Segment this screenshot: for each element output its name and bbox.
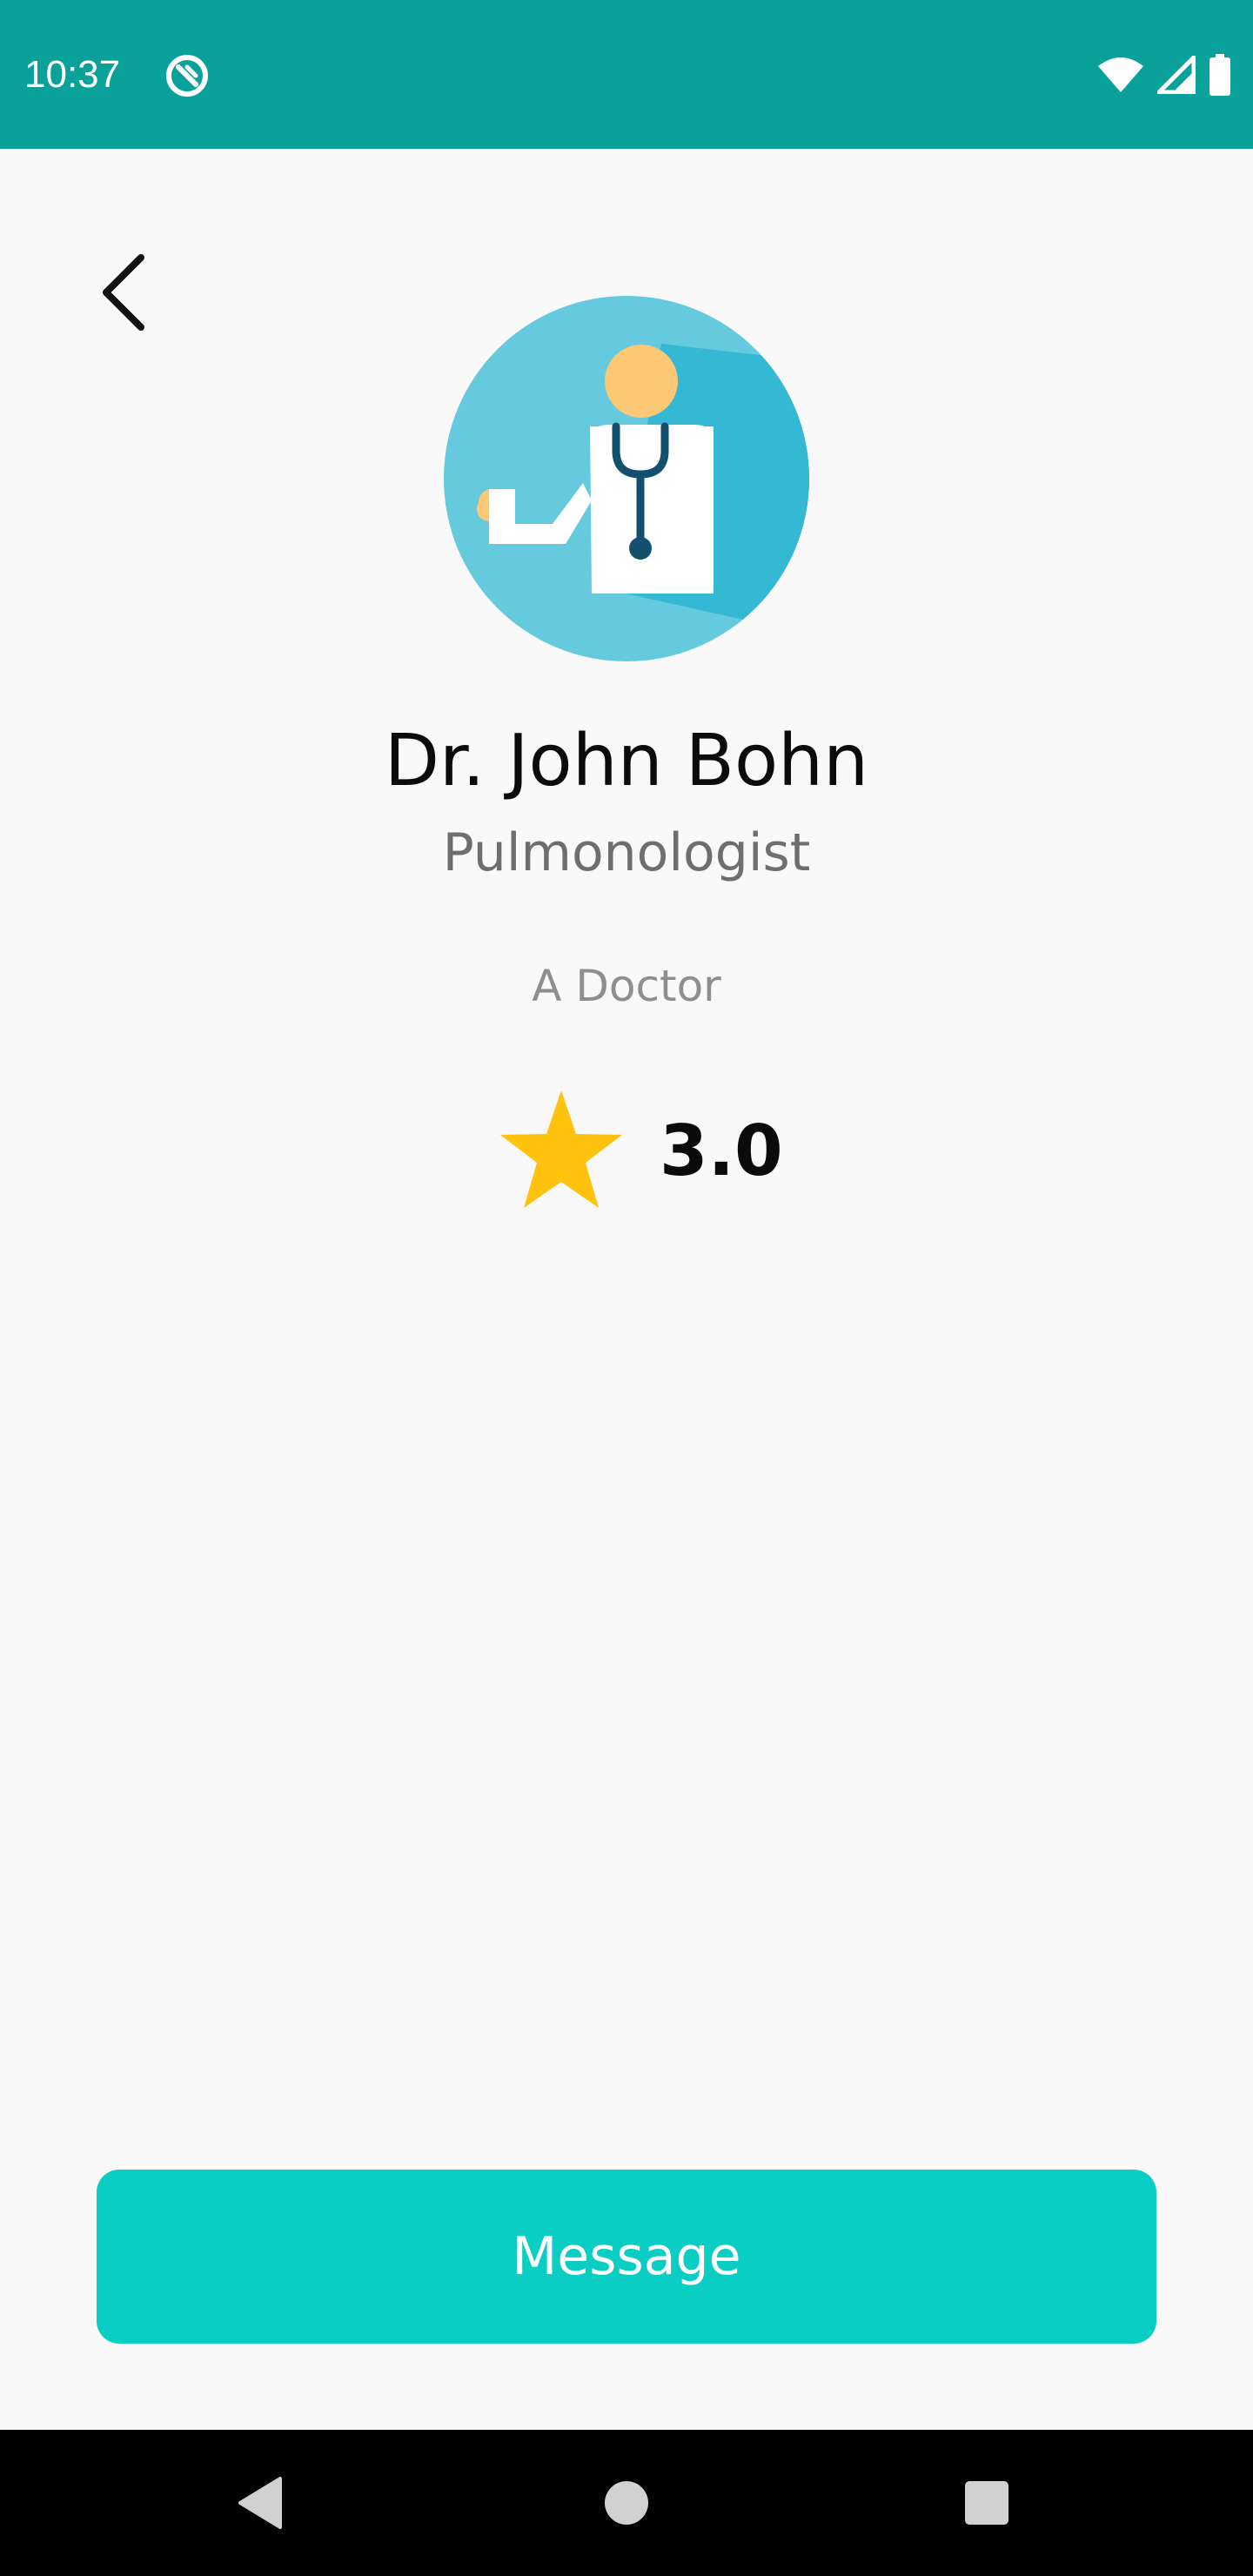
- back-arrow-icon: [103, 254, 144, 331]
- status-bar: 10:37: [0, 0, 1253, 149]
- doctor-name: Dr. John Bohn: [384, 720, 869, 802]
- nav-back-icon: [238, 2477, 282, 2529]
- nav-home-button[interactable]: [590, 2466, 663, 2539]
- nav-back-button[interactable]: [224, 2466, 298, 2539]
- wifi-icon: [1098, 57, 1143, 92]
- doctor-avatar-icon: [444, 296, 809, 661]
- signal-icon: [1157, 56, 1196, 94]
- nav-home-icon: [605, 2481, 648, 2525]
- message-button[interactable]: Message: [97, 2170, 1156, 2344]
- doctor-specialty: Pulmonologist: [442, 822, 811, 883]
- rating-value: 3.0: [660, 1110, 783, 1191]
- star-icon: [500, 1090, 622, 1208]
- back-button[interactable]: [84, 240, 162, 345]
- status-icons: [1096, 52, 1232, 97]
- navigation-bar: [0, 2430, 1253, 2576]
- nav-recents-icon: [965, 2481, 1008, 2525]
- app-notification-icon: [166, 55, 208, 97]
- rating: 3.0: [496, 1086, 783, 1217]
- status-time: 10:37: [24, 53, 121, 96]
- doctor-description: A Doctor: [532, 961, 721, 1011]
- nav-recents-button[interactable]: [950, 2466, 1023, 2539]
- battery-icon: [1209, 54, 1230, 96]
